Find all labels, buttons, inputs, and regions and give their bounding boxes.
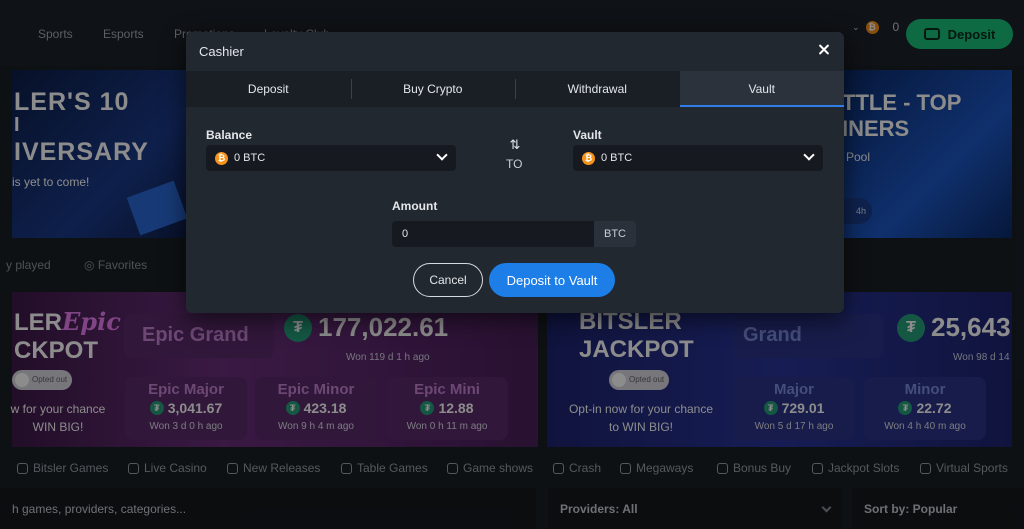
- swap-icon[interactable]: ⇅: [506, 138, 524, 151]
- amount-label: Amount: [392, 199, 438, 213]
- vault-label: Vault: [573, 128, 602, 142]
- cashier-tabs: Deposit Buy Crypto Withdrawal Vault: [186, 71, 844, 107]
- tab-withdrawal[interactable]: Withdrawal: [515, 71, 680, 107]
- btc-coin-icon: ₿: [215, 151, 228, 165]
- tab-deposit[interactable]: Deposit: [186, 71, 351, 107]
- vault-select[interactable]: ₿ 0 BTC: [573, 145, 823, 171]
- cancel-button[interactable]: Cancel: [413, 263, 483, 297]
- close-icon[interactable]: [816, 42, 832, 58]
- tab-buy-crypto[interactable]: Buy Crypto: [350, 71, 516, 107]
- balance-select[interactable]: ₿ 0 BTC: [206, 145, 456, 171]
- to-label: TO: [506, 157, 523, 171]
- deposit-to-vault-button[interactable]: Deposit to Vault: [489, 263, 615, 297]
- chevron-down-icon: [803, 149, 815, 161]
- chevron-down-icon: [436, 149, 448, 161]
- tab-vault[interactable]: Vault: [679, 71, 844, 107]
- amount-input[interactable]: [392, 221, 594, 247]
- vault-value: 0 BTC: [601, 152, 633, 164]
- cashier-modal: Cashier Deposit Buy Crypto Withdrawal Va…: [186, 32, 844, 313]
- modal-title: Cashier: [199, 44, 244, 59]
- balance-value: 0 BTC: [234, 152, 266, 164]
- modal-header: Cashier: [186, 32, 844, 71]
- amount-unit: BTC: [594, 221, 636, 247]
- btc-coin-icon: ₿: [582, 151, 595, 165]
- balance-label: Balance: [206, 128, 253, 142]
